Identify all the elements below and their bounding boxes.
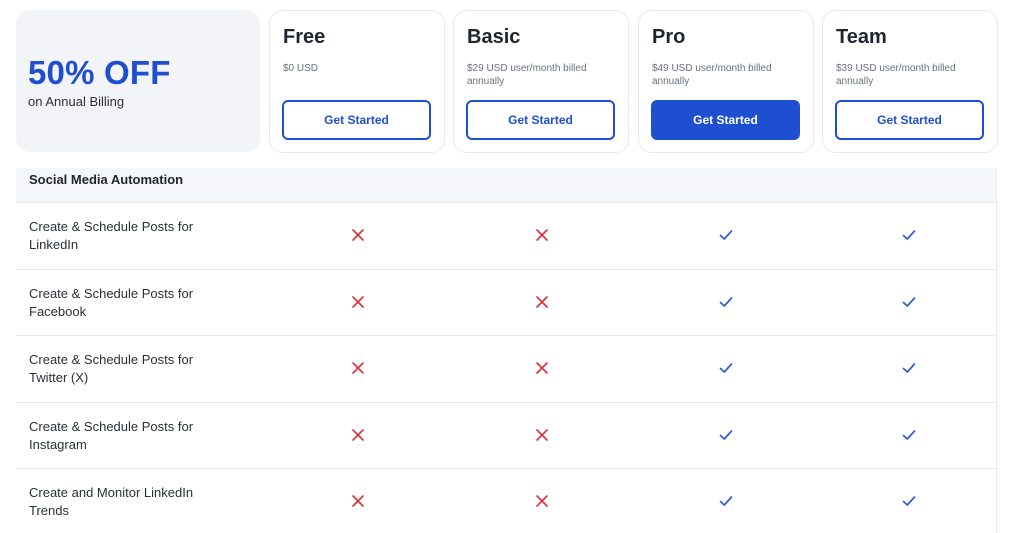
plan-price: $49 USD user/month billed annually <box>652 63 772 87</box>
check-icon <box>718 294 734 310</box>
check-icon <box>901 427 917 443</box>
plan-price: $39 USD user/month billed annually <box>836 63 956 87</box>
check-icon <box>718 227 734 243</box>
table-row: Create & Schedule Posts for Facebook <box>16 268 996 336</box>
plan-name: Free <box>283 26 326 48</box>
table-row: Create & Schedule Posts for LinkedIn <box>16 202 996 269</box>
plan-price: $0 USD <box>283 63 319 74</box>
cross-icon <box>534 294 550 310</box>
plan-card-free: Free $0 USD Get Started <box>269 10 445 153</box>
table-row: Create & Schedule Posts for Twitter (X) <box>16 335 996 402</box>
feature-comparison-table: Social Media Automation Create & Schedul… <box>16 168 997 533</box>
cross-icon <box>350 227 366 243</box>
cross-icon <box>534 427 550 443</box>
feature-label: Create & Schedule Posts for LinkedIn <box>29 219 194 252</box>
check-icon <box>901 294 917 310</box>
get-started-button-team[interactable]: Get Started <box>835 100 984 140</box>
cross-icon <box>534 360 550 376</box>
plan-card-basic: Basic $29 USD user/month billed annually… <box>453 10 629 153</box>
check-icon <box>901 227 917 243</box>
feature-label: Create and Monitor LinkedIn Trends <box>29 485 194 518</box>
check-icon <box>718 427 734 443</box>
cross-icon <box>534 227 550 243</box>
cross-icon <box>350 427 366 443</box>
plan-card-team: Team $39 USD user/month billed annually … <box>822 10 998 153</box>
get-started-button-pro[interactable]: Get Started <box>651 100 800 140</box>
check-icon <box>718 493 734 509</box>
cross-icon <box>350 493 366 509</box>
feature-label: Create & Schedule Posts for Twitter (X) <box>29 352 194 385</box>
section-header: Social Media Automation <box>16 168 996 202</box>
table-row: Create and Monitor LinkedIn Trends <box>16 468 996 533</box>
promo-banner: 50% OFF on Annual Billing <box>16 10 260 152</box>
promo-subtext: on Annual Billing <box>28 94 125 109</box>
get-started-button-basic[interactable]: Get Started <box>466 100 615 140</box>
plan-card-pro: Pro $49 USD user/month billed annually G… <box>638 10 814 153</box>
plan-price: $29 USD user/month billed annually <box>467 63 587 87</box>
feature-rows: Create & Schedule Posts for LinkedIn Crea… <box>16 202 996 533</box>
cross-icon <box>534 493 550 509</box>
plan-name: Pro <box>652 26 686 48</box>
check-icon <box>901 360 917 376</box>
check-icon <box>901 493 917 509</box>
check-icon <box>718 360 734 376</box>
plan-name: Team <box>836 26 887 48</box>
table-row: Create & Schedule Posts for Instagram <box>16 401 996 469</box>
feature-label: Create & Schedule Posts for Facebook <box>29 285 194 319</box>
get-started-button-free[interactable]: Get Started <box>282 100 431 140</box>
cross-icon <box>350 294 366 310</box>
cross-icon <box>350 360 366 376</box>
plan-name: Basic <box>467 26 521 48</box>
feature-label: Create & Schedule Posts for Instagram <box>29 418 194 452</box>
promo-headline: 50% OFF <box>28 54 171 91</box>
